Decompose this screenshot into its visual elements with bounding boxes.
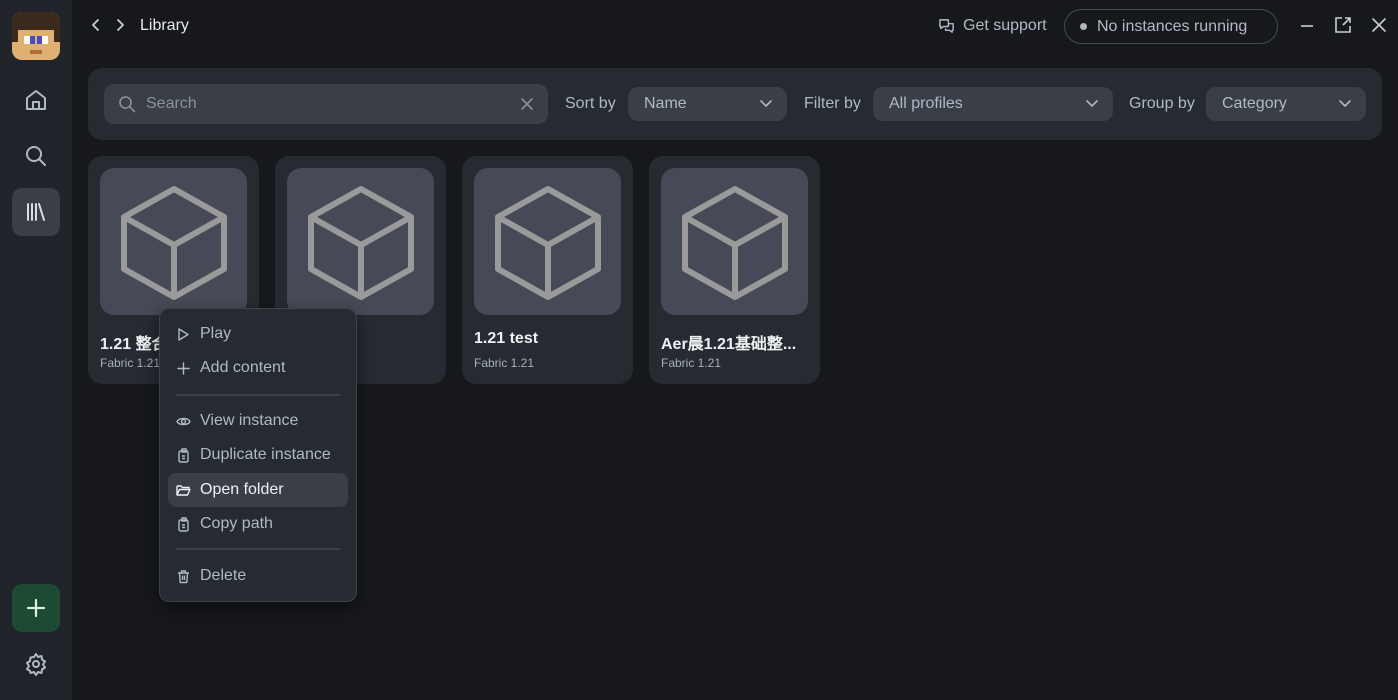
top-bar: Library Get support No instances running: [72, 0, 1398, 52]
menu-item-delete[interactable]: Delete: [168, 559, 348, 593]
menu-item-play[interactable]: Play: [168, 317, 348, 351]
search-box[interactable]: [104, 84, 548, 124]
running-instances-label: No instances running: [1097, 17, 1248, 35]
forward-arrow-icon[interactable]: [112, 16, 128, 34]
menu-item-copy-path[interactable]: Copy path: [168, 507, 348, 541]
filter-bar: Sort by Name Filter by All profiles Grou…: [88, 68, 1382, 140]
sort-by-label: Sort by: [565, 95, 616, 112]
sidebar-item-search[interactable]: [12, 132, 60, 180]
minimize-button[interactable]: [1298, 16, 1316, 39]
sidebar: [0, 0, 72, 700]
menu-divider: [176, 548, 340, 550]
eye-icon: [176, 417, 191, 425]
play-icon: [178, 327, 189, 341]
group-by-label: Group by: [1129, 95, 1195, 112]
get-support-label: Get support: [963, 17, 1047, 34]
instance-version: Fabric 1.21: [474, 356, 535, 370]
instance-version: Fabric 1.21: [100, 356, 161, 370]
instance-thumbnail: [100, 168, 247, 315]
plus-icon: [26, 598, 46, 618]
library-icon: [27, 203, 45, 221]
cube-icon: [494, 185, 601, 300]
sidebar-item-library[interactable]: [12, 188, 60, 236]
menu-item-label: Open folder: [200, 481, 284, 498]
menu-item-view-instance[interactable]: View instance: [168, 404, 348, 438]
menu-item-label: View instance: [200, 412, 299, 429]
menu-item-label: Add content: [200, 359, 286, 376]
menu-item-duplicate-instance[interactable]: Duplicate instance: [168, 438, 348, 472]
status-dot: [1080, 23, 1087, 30]
menu-item-open-folder[interactable]: Open folder: [168, 473, 348, 507]
instance-context-menu: Play Add content View instance Duplicate…: [159, 308, 357, 602]
copy-icon: [178, 447, 189, 463]
search-input[interactable]: [146, 95, 506, 113]
folder-open-icon: [176, 484, 191, 496]
copy-icon: [178, 516, 189, 532]
search-icon: [26, 146, 46, 166]
close-window-button[interactable]: [1370, 16, 1388, 39]
plus-icon: [177, 361, 190, 375]
avatar[interactable]: [12, 12, 60, 60]
instance-thumbnail: [287, 168, 434, 315]
filter-by-label: Filter by: [804, 95, 861, 112]
cube-icon: [120, 185, 227, 300]
cube-icon: [307, 185, 414, 300]
sort-by-value: Name: [644, 95, 687, 112]
instance-thumbnail: [474, 168, 621, 315]
menu-item-label: Duplicate instance: [200, 446, 331, 463]
search-icon: [119, 96, 136, 113]
get-support-button[interactable]: Get support: [938, 17, 1047, 35]
instance-card[interactable]: Aer晨1.21基础整... Fabric 1.21: [649, 156, 820, 384]
clear-search-icon[interactable]: [518, 95, 536, 113]
settings-button[interactable]: [12, 640, 60, 688]
menu-item-label: Delete: [200, 567, 247, 584]
group-by-select[interactable]: Category: [1206, 87, 1366, 121]
back-arrow-icon[interactable]: [88, 16, 104, 34]
menu-item-label: Play: [200, 325, 232, 342]
sidebar-item-home[interactable]: [12, 76, 60, 124]
add-instance-button[interactable]: [12, 584, 60, 632]
trash-icon: [178, 569, 189, 583]
menu-divider: [176, 394, 340, 396]
filter-by-select[interactable]: All profiles: [873, 87, 1113, 121]
minimize-icon: [1301, 25, 1313, 27]
menu-item-label: Copy path: [200, 515, 273, 532]
chevron-down-icon: [1086, 100, 1098, 108]
instance-version: Fabric 1.21: [661, 356, 722, 370]
page-title: Library: [140, 17, 189, 34]
maximize-button[interactable]: [1334, 16, 1352, 39]
instance-thumbnail: [661, 168, 808, 315]
maximize-icon: [1335, 17, 1351, 33]
running-instances-button[interactable]: No instances running: [1064, 9, 1278, 44]
filter-by-value: All profiles: [889, 95, 963, 112]
cube-icon: [681, 185, 788, 300]
chevron-down-icon: [1339, 100, 1351, 108]
home-icon: [26, 90, 46, 110]
menu-item-add-content[interactable]: Add content: [168, 351, 348, 385]
chevron-down-icon: [760, 100, 772, 108]
instance-name: Aer晨1.21基础整...: [661, 336, 797, 353]
group-by-value: Category: [1222, 95, 1287, 112]
chat-icon: [939, 18, 954, 33]
instance-card[interactable]: 1.21 test Fabric 1.21: [462, 156, 633, 384]
gear-icon: [26, 653, 46, 676]
instance-name: 1.21 test: [474, 330, 539, 347]
close-icon: [1372, 18, 1386, 32]
sort-by-select[interactable]: Name: [628, 87, 787, 121]
